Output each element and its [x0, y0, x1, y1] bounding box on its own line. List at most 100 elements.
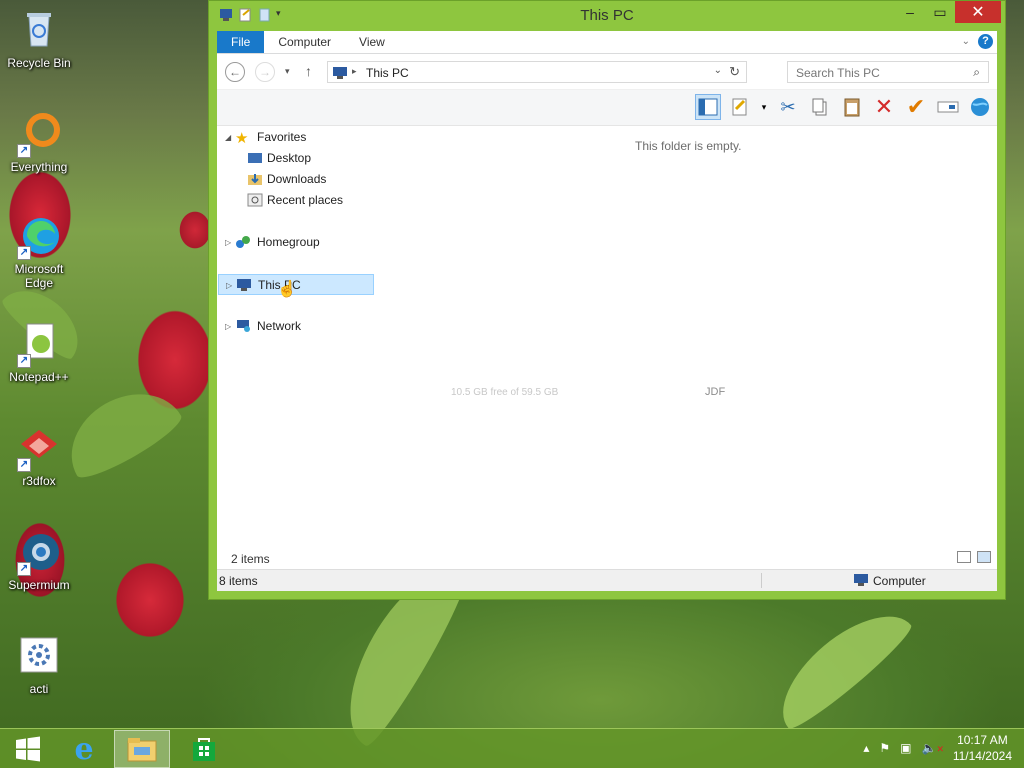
computer-icon: [332, 66, 348, 83]
system-tray: ▴ ⚑ ▣ 🔈✕: [863, 741, 944, 755]
nav-label: Desktop: [267, 151, 312, 165]
nav-item-downloads[interactable]: Downloads: [217, 169, 377, 190]
clock[interactable]: 10:17 AM 11/14/2024: [953, 732, 1012, 764]
paste-icon[interactable]: [839, 94, 865, 120]
desktop-icon-label: Microsoft Edge: [14, 262, 64, 290]
nav-item-recent-places[interactable]: Recent places: [217, 190, 377, 211]
desktop-icon-everything[interactable]: ↗ Everything: [2, 110, 76, 174]
up-button[interactable]: ↑: [305, 63, 312, 79]
homegroup-icon: [235, 235, 251, 249]
minimize-button[interactable]: –: [895, 1, 925, 23]
nav-label: Favorites: [257, 130, 307, 144]
search-input[interactable]: Search This PC ⌕: [787, 61, 989, 83]
forward-button[interactable]: →: [255, 62, 275, 82]
properties-button[interactable]: [727, 94, 753, 120]
back-button[interactable]: ←: [225, 62, 245, 82]
network-icon: [235, 319, 251, 333]
shortcut-arrow-icon: ↗: [17, 458, 31, 472]
folder-icon: [127, 738, 157, 762]
nav-item-network[interactable]: ▷ Network: [217, 316, 377, 337]
hand-cursor-icon: ☝: [277, 281, 297, 298]
address-dropdown-icon[interactable]: ⌄: [714, 65, 722, 76]
large-icons-view-icon[interactable]: [977, 551, 991, 563]
expand-caret-icon[interactable]: ▷: [225, 316, 231, 337]
taskbar: e ▴ ⚑ ▣ 🔈✕ 10:17 AM 11/14/2024: [0, 728, 1024, 768]
nav-item-homegroup[interactable]: ▷ Homegroup: [217, 232, 377, 253]
ribbon-tabs: File Computer View ⌄ ?: [217, 31, 997, 54]
search-icon: ⌕: [973, 65, 980, 79]
nav-label: Recent places: [267, 193, 344, 207]
item-count: 2 items: [231, 552, 270, 566]
chevron-right-icon: ▸: [352, 66, 357, 76]
start-button[interactable]: [0, 730, 56, 768]
close-button[interactable]: ✕: [955, 1, 1001, 23]
shortcut-arrow-icon: ↗: [17, 144, 31, 158]
shortcut-arrow-icon: ↗: [17, 562, 31, 576]
tab-file[interactable]: File: [217, 31, 265, 53]
recent-places-icon: [247, 193, 263, 207]
delete-icon[interactable]: ✕: [871, 94, 897, 120]
network-globe-icon[interactable]: [967, 94, 993, 120]
cut-icon[interactable]: ✂: [775, 94, 801, 120]
supermium-icon: ↗: [15, 528, 63, 576]
preview-pane-button[interactable]: [695, 94, 721, 120]
everything-icon: ↗: [15, 110, 63, 158]
computer-icon: [236, 278, 252, 292]
desktop-icon-notepad-plus-plus[interactable]: ↗ Notepad++: [2, 320, 76, 384]
expand-caret-icon[interactable]: ▷: [226, 275, 232, 296]
tab-view[interactable]: View: [345, 31, 399, 53]
rename-icon[interactable]: [935, 94, 961, 120]
desktop-icon-recycle-bin[interactable]: Recycle Bin: [2, 6, 76, 70]
network-status-icon[interactable]: ▣: [900, 741, 911, 755]
recycle-bin-icon: [15, 6, 63, 54]
desktop-icon-label: Supermium: [8, 578, 70, 592]
desktop-icon-acti[interactable]: acti: [2, 632, 76, 696]
action-center-flag-icon[interactable]: ⚑: [879, 741, 890, 755]
navigation-pane: ◢ ★ Favorites Desktop Downloads Recent p…: [217, 127, 377, 337]
checkmark-icon[interactable]: ✔: [903, 94, 929, 120]
desktop-icon-label: Recycle Bin: [7, 56, 71, 70]
address-text: This PC: [366, 66, 409, 80]
volume-muted-icon[interactable]: 🔈✕: [922, 741, 945, 755]
search-placeholder: Search This PC: [796, 66, 880, 80]
nav-item-desktop[interactable]: Desktop: [217, 148, 377, 169]
desktop-icon-label: acti: [29, 682, 49, 696]
copy-icon[interactable]: [807, 94, 833, 120]
title-bar[interactable]: ▾ This PC – ▭ ✕: [209, 1, 1005, 31]
expand-ribbon-icon[interactable]: ⌄: [962, 36, 970, 47]
notepad-plus-plus-icon: ↗: [15, 320, 63, 368]
status-bar: 8 items Computer: [217, 569, 997, 591]
taskbar-file-explorer[interactable]: [114, 730, 170, 768]
wallpaper-leaf: [762, 594, 918, 736]
expand-caret-icon[interactable]: ◢: [225, 127, 231, 148]
window-title: This PC: [580, 7, 634, 24]
desktop-icon-supermium[interactable]: ↗ Supermium: [2, 528, 76, 592]
nav-item-this-pc[interactable]: ▷ This PC ☝: [218, 274, 374, 298]
help-icon[interactable]: ?: [978, 34, 993, 49]
details-view-icon[interactable]: [957, 551, 971, 563]
address-bar[interactable]: ▸ This PC ⌄ ↻: [327, 61, 747, 83]
desktop-icon: [247, 151, 263, 165]
gear-icon: [15, 632, 63, 680]
nav-label: Downloads: [267, 172, 327, 186]
recent-locations-icon[interactable]: ▾: [285, 66, 290, 77]
ghost-drive-label: JDF: [705, 386, 726, 398]
nav-item-favorites[interactable]: ◢ ★ Favorites: [217, 127, 377, 148]
taskbar-internet-explorer[interactable]: e: [56, 730, 112, 768]
tab-computer[interactable]: Computer: [264, 31, 345, 53]
explorer-window: ▾ This PC – ▭ ✕ File Computer View ⌄ ? ←…: [208, 0, 1006, 600]
view-toggle: [957, 551, 991, 563]
refresh-icon[interactable]: ↻: [729, 64, 740, 80]
nav-label: Homegroup: [257, 235, 320, 249]
clock-time: 10:17 AM: [957, 733, 1008, 747]
chevron-down-icon[interactable]: ▾: [759, 94, 769, 120]
command-toolbar: ▾ ✂ ✕ ✔: [217, 90, 997, 126]
desktop-icon-microsoft-edge[interactable]: ↗ Microsoft Edge: [2, 212, 76, 290]
taskbar-store[interactable]: [176, 730, 232, 768]
show-hidden-icons-icon[interactable]: ▴: [863, 741, 869, 755]
downloads-icon: [247, 172, 263, 186]
desktop-icon-r3dfox[interactable]: ↗ r3dfox: [2, 424, 76, 488]
status-zone: Computer: [873, 574, 926, 588]
expand-caret-icon[interactable]: ▷: [225, 232, 231, 253]
maximize-button[interactable]: ▭: [925, 1, 955, 23]
